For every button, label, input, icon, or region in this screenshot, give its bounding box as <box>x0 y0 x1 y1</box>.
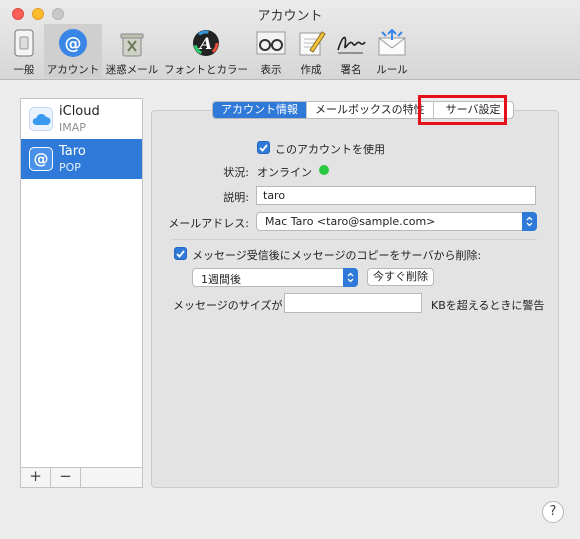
email-address-popup[interactable]: Mac Taro <taro@sample.com> <box>256 212 537 231</box>
section-divider <box>171 239 537 240</box>
window-title: アカウント <box>257 9 323 24</box>
remove-copy-label: メッセージ受信後にメッセージのコピーをサーバから削除: <box>192 249 482 262</box>
message-size-label: メッセージのサイズが <box>173 299 283 312</box>
toolbar-item-fonts-colors[interactable]: A フォントとカラー <box>163 24 249 78</box>
account-list-footer: + − <box>21 467 142 487</box>
account-name: Taro <box>59 144 86 159</box>
toolbar-item-composing[interactable]: 作成 <box>294 24 328 78</box>
account-type: POP <box>59 161 81 174</box>
svg-text:A: A <box>198 34 212 53</box>
checkmark-icon <box>259 143 268 152</box>
toolbar-item-signatures[interactable]: 署名 <box>334 24 368 78</box>
at-sign-icon: @ <box>57 27 89 59</box>
account-row-icloud[interactable]: iCloud IMAP <box>21 99 142 139</box>
account-list: iCloud IMAP @ Taro POP + − <box>20 98 143 488</box>
chevron-updown-icon <box>522 212 537 231</box>
envelope-arrows-icon <box>376 27 408 59</box>
toolbar-item-junk[interactable]: 迷惑メール <box>104 24 160 78</box>
remove-account-button[interactable]: − <box>51 468 81 487</box>
message-size-suffix: KBを超えるときに警告 <box>431 299 545 312</box>
description-label: 説明: <box>223 191 249 204</box>
description-field[interactable]: taro <box>256 186 536 205</box>
account-row-taro[interactable]: @ Taro POP <box>21 139 142 179</box>
toolbar-item-rules[interactable]: ルール <box>372 24 412 78</box>
highlight-annotation-box <box>418 95 507 125</box>
status-label: 状況: <box>223 166 249 179</box>
remove-now-button[interactable]: 今すぐ削除 <box>367 268 434 286</box>
email-label: メールアドレス: <box>168 217 249 230</box>
remove-copy-checkbox[interactable] <box>174 247 187 260</box>
preferences-window: アカウント 一般 @ アカウント 迷惑メール A フォントとカラー 表示 作成 … <box>0 0 580 539</box>
trash-icon <box>116 27 148 59</box>
toolbar-item-general[interactable]: 一般 <box>6 24 42 78</box>
use-account-label: このアカウントを使用 <box>275 143 385 156</box>
at-sign-icon: @ <box>29 147 53 171</box>
account-type: IMAP <box>59 121 86 134</box>
glasses-icon <box>255 27 287 59</box>
status-indicator <box>319 165 329 175</box>
font-color-icon: A <box>190 27 222 59</box>
help-button[interactable]: ? <box>542 501 564 523</box>
toolbar-item-accounts[interactable]: @ アカウント <box>44 24 102 78</box>
message-size-field[interactable] <box>284 293 422 313</box>
cloud-icon <box>29 107 53 131</box>
account-name: iCloud <box>59 104 100 119</box>
remove-period-popup[interactable]: 1週間後 <box>192 268 358 287</box>
use-account-checkbox[interactable] <box>257 141 270 154</box>
toolbar-item-viewing[interactable]: 表示 <box>254 24 288 78</box>
checkmark-icon <box>176 249 185 258</box>
tab-mailbox-behaviors[interactable]: メールボックスの特性 <box>307 102 434 118</box>
remove-period-value: 1週間後 <box>201 273 241 286</box>
signature-icon <box>335 27 367 59</box>
status-value: オンライン <box>257 166 312 179</box>
title-toolbar: アカウント 一般 @ アカウント 迷惑メール A フォントとカラー 表示 作成 … <box>0 0 580 80</box>
email-address-value: Mac Taro <taro@sample.com> <box>265 215 436 228</box>
pencil-paper-icon <box>295 27 327 59</box>
tab-account-info[interactable]: アカウント情報 <box>213 102 307 118</box>
svg-text:@: @ <box>65 34 82 54</box>
chevron-updown-icon <box>343 268 358 287</box>
add-account-button[interactable]: + <box>21 468 51 487</box>
switch-icon <box>8 27 40 59</box>
